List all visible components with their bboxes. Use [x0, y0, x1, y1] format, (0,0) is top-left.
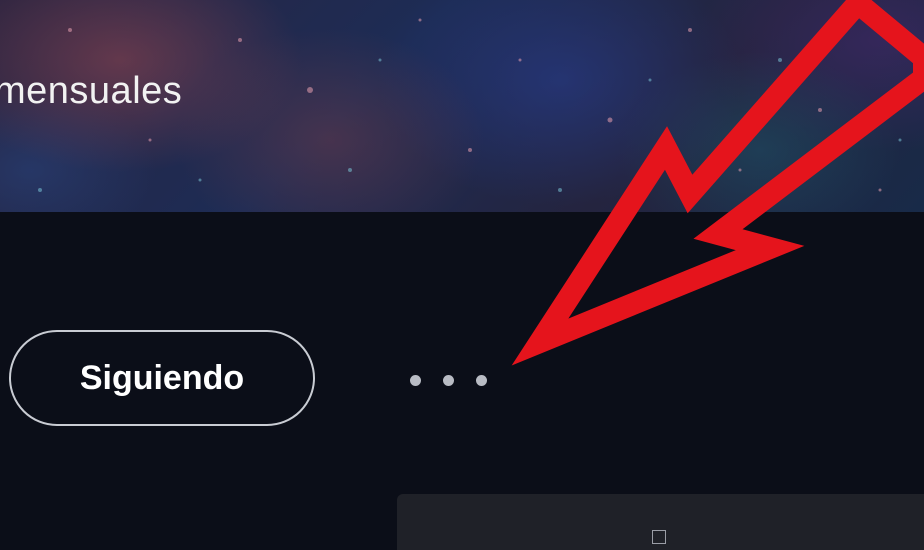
dropdown-menu-panel	[397, 494, 924, 550]
banner-caption: mensuales	[0, 70, 183, 112]
more-options-button[interactable]	[398, 360, 498, 400]
menu-item-partial[interactable]	[652, 530, 666, 544]
following-button[interactable]: Siguiendo	[9, 330, 315, 426]
ellipsis-icon	[409, 374, 487, 386]
header-banner: mensuales	[0, 0, 924, 212]
checkbox-icon	[652, 530, 666, 544]
page: mensuales Siguiendo	[0, 0, 924, 550]
